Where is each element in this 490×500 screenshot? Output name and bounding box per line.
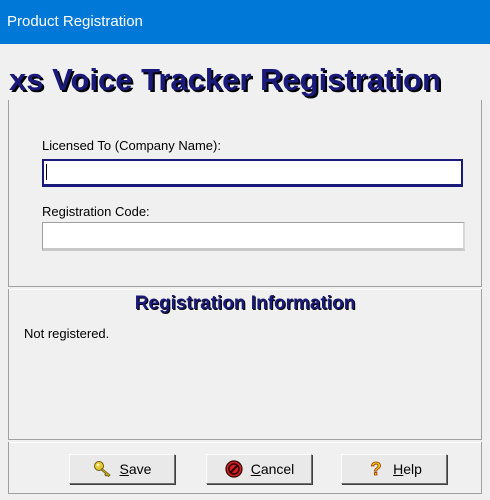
- cancel-icon: [224, 459, 244, 479]
- licensed-to-label: Licensed To (Company Name):: [42, 138, 221, 153]
- cancel-button-label: Cancel: [250, 461, 295, 477]
- page-title: xs Voice Tracker Registration: [9, 62, 441, 97]
- save-button-label: Save: [119, 461, 152, 477]
- save-button[interactable]: Save: [69, 454, 175, 484]
- registration-code-input[interactable]: [42, 222, 465, 251]
- key-icon: [93, 459, 113, 479]
- title-bar[interactable]: Product Registration: [0, 0, 490, 44]
- help-button-label: Help: [393, 461, 422, 477]
- svg-text:?: ?: [371, 459, 382, 479]
- registration-form-panel: [8, 100, 482, 286]
- registration-code-label: Registration Code:: [42, 204, 150, 219]
- cancel-button[interactable]: Cancel: [206, 454, 312, 484]
- licensed-to-input[interactable]: [42, 159, 463, 187]
- registration-status-text: Not registered.: [24, 326, 110, 341]
- text-caret: [46, 164, 47, 180]
- window-title: Product Registration: [7, 13, 143, 30]
- help-button[interactable]: ? Help: [341, 454, 447, 484]
- question-icon: ?: [366, 459, 386, 479]
- registration-info-title: Registration Information: [134, 293, 356, 314]
